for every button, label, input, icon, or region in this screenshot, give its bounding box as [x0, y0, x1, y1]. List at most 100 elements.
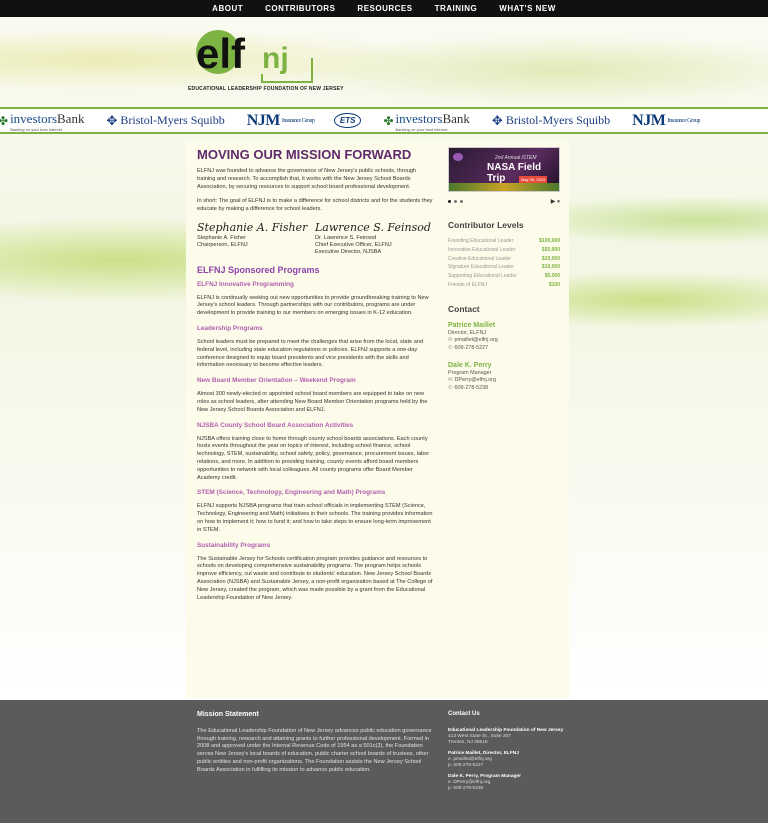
footer-contact: Contact Us Educational Leadership Founda…: [448, 711, 568, 797]
mission-text: The Educational Leadership Foundation of…: [197, 728, 432, 773]
contact-title: Director, ELFNJ: [448, 329, 487, 336]
footer-contact-email[interactable]: e. DPerry@elfnj.org: [448, 780, 490, 785]
sponsor-name: investors: [10, 110, 58, 126]
program-text: ELFNJ supports NJSBA programs that train…: [197, 503, 433, 533]
sidebar: 2nd Annual iSTEM NASA Field Trip May 30,…: [448, 147, 560, 400]
sponsor-investors-bank[interactable]: ✤ investorsBank Banking on your best int…: [383, 110, 469, 132]
program-text: ELFNJ is continually seeking out new opp…: [197, 294, 429, 317]
nav-about[interactable]: ABOUT: [212, 4, 243, 13]
signature-feinsod: Lawrence S. Feinsod Dr. Lawrence S. Fein…: [315, 221, 433, 257]
program-title: Leadership Programs: [197, 324, 263, 332]
sponsor-name-2: Bank: [442, 110, 470, 126]
logo-subtitle: EDUCATIONAL LEADERSHIP FOUNDATION OF NEW…: [188, 86, 344, 92]
sponsor-bristol-myers-squibb[interactable]: ✥ Bristol-Myers Squibb: [492, 113, 610, 129]
slide-line-1: 2nd Annual iSTEM: [495, 155, 537, 161]
level-name: Innovative Educational Leader: [448, 246, 516, 253]
sponsor-name: investors: [395, 110, 443, 126]
logo-mark-icon: elf nj: [196, 30, 313, 83]
program-title: Sustainability Programs: [197, 541, 271, 549]
level-amount: $10,000: [541, 264, 560, 271]
sponsor-njm[interactable]: NJM Insurance Group: [246, 111, 315, 130]
contact-phone: 609-278-5227: [454, 344, 489, 351]
org-name: Educational Leadership Foundation of New…: [448, 728, 564, 733]
org-address: Educational Leadership Foundation of New…: [448, 728, 568, 746]
bms-logo-icon: ✥: [491, 112, 503, 128]
svg-text:nj: nj: [262, 42, 289, 75]
nav-training[interactable]: TRAINING: [435, 4, 478, 13]
address-line-1: 413 West State St., Suite 207: [448, 734, 511, 739]
footer-contact-name: Patrice Maillet, Director, ELFNJ: [448, 751, 519, 756]
level-amount: $50,000: [541, 246, 560, 253]
program-title: NJSBA County School Board Association Ac…: [197, 421, 354, 429]
contact-card: Patrice Maillet Director, ELFNJ ✉ pmaille…: [448, 321, 560, 353]
footer-contact-phone: p. 609-278-5227: [448, 763, 484, 768]
play-pause-icon[interactable]: ▶ ⏸: [551, 198, 560, 206]
program-title: New Board Member Orientation – Weekend P…: [197, 377, 356, 385]
program-text: Almost 300 newly-elected or appointed sc…: [197, 391, 428, 413]
envelope-icon: ✉: [448, 377, 453, 384]
sponsor-tagline: Banking on your best interest.: [395, 126, 449, 132]
footer-contact-2: Dale K. Perry, Program Manager e. DPerry…: [448, 774, 568, 792]
contact-name: Patrice Maillet: [448, 321, 496, 329]
mission-heading: Mission Statement: [197, 711, 259, 718]
short-paragraph: In short: The goal of ELFNJ is to make a…: [197, 198, 433, 213]
signatures: Stephanie A. Fisher Stephanie A. Fisher …: [197, 221, 433, 257]
sponsor-investors-bank[interactable]: ✤ investorsBank Banking on your best int…: [0, 110, 84, 132]
level-name: Creative Educational Leader: [448, 255, 512, 262]
level-name: Supporting Educational Leader: [448, 273, 517, 280]
contact-us-heading: Contact Us: [448, 711, 480, 717]
top-nav: ABOUT CONTRIBUTORS RESOURCES TRAINING WH…: [0, 0, 768, 17]
svg-text:elf: elf: [196, 30, 246, 77]
contact-name: Dale K. Perry: [448, 361, 492, 369]
sponsor-name: NJM: [246, 111, 281, 129]
nav-whats-new[interactable]: WHAT'S NEW: [499, 4, 556, 13]
page-title: MOVING OUR MISSION FORWARD: [197, 147, 412, 162]
featured-slide[interactable]: 2nd Annual iSTEM NASA Field Trip May 30,…: [448, 147, 560, 192]
contact-card: Dale K. Perry Program Manager ✉ DPerry@el…: [448, 361, 560, 393]
signer-role: Chief Executive Officer, ELFNJ: [315, 242, 392, 249]
level-row: Friends of ELFNJ $100: [448, 281, 560, 290]
signer-role-2: Executive Director, NJSBA: [315, 249, 382, 256]
sponsor-name: Bristol-Myers Squibb: [505, 113, 611, 127]
footer-contact-1: Patrice Maillet, Director, ELFNJ e. pmai…: [448, 751, 568, 769]
signature-image: Stephanie A. Fisher: [197, 220, 308, 234]
signature-image: Lawrence S. Feinsod: [315, 220, 431, 234]
sponsor-strip: ✤ investorsBank Banking on your best int…: [0, 107, 768, 134]
clover-icon: ✤: [0, 114, 8, 128]
sponsor-ets[interactable]: ETS: [333, 113, 362, 128]
sponsor-name: Bristol-Myers Squibb: [120, 113, 225, 127]
sponsor-bristol-myers-squibb[interactable]: ✥ Bristol-Myers Squibb: [106, 113, 224, 129]
contact-heading: Contact: [448, 303, 480, 314]
program-text: NJSBA offers training close to home thro…: [197, 435, 430, 481]
site-footer: Mission Statement The Educational Leader…: [0, 700, 768, 823]
sponsor-name-2: Insurance Group: [667, 117, 700, 124]
contact-email-link[interactable]: pmaillet@elfnj.org: [455, 337, 498, 343]
level-row: Supporting Educational Leader $5,000: [448, 272, 560, 281]
phone-icon: ✆: [448, 384, 453, 391]
level-row: Signature Educational Leader $10,000: [448, 263, 560, 272]
contact-phone: 609-278-5238: [454, 384, 489, 391]
programs-heading: ELFNJ Sponsored Programs: [197, 264, 320, 275]
envelope-icon: ✉: [448, 337, 453, 344]
sponsor-njm[interactable]: NJM Insurance Group: [632, 112, 700, 130]
footer-contact-email[interactable]: e. pmaillet@elfnj.org: [448, 757, 492, 762]
level-row: Founding Educational Leader $100,000: [448, 237, 560, 246]
program-title: STEM (Science, Technology, Engineering a…: [197, 489, 386, 497]
signer-name: Dr. Lawrence S. Feinsod: [315, 234, 377, 241]
slide-controls: ▶ ⏸: [448, 198, 560, 206]
nav-resources[interactable]: RESOURCES: [357, 4, 412, 13]
sponsor-tagline: Banking on your best interest.: [10, 126, 63, 132]
slide-dot[interactable]: [454, 200, 457, 203]
level-amount: $100: [548, 281, 560, 288]
program-text: The Sustainable Jersey for Schools certi…: [197, 555, 433, 601]
slide-dot[interactable]: [460, 200, 463, 203]
elfnj-logo[interactable]: elf nj EDUCATIONAL LEADERSHIP FOUNDATION…: [188, 28, 358, 96]
signer-role: Chairperson, ELFNJ: [197, 242, 248, 249]
slide-dot[interactable]: [448, 200, 451, 203]
mission-statement: Mission Statement The Educational Leader…: [197, 711, 433, 774]
contact-email-link[interactable]: DPerry@elfnj.org: [455, 377, 496, 383]
sponsor-name-2: Bank: [57, 110, 85, 126]
clover-icon: ✤: [383, 113, 394, 128]
nav-contributors[interactable]: CONTRIBUTORS: [265, 4, 335, 13]
level-amount: $5,000: [544, 273, 560, 280]
